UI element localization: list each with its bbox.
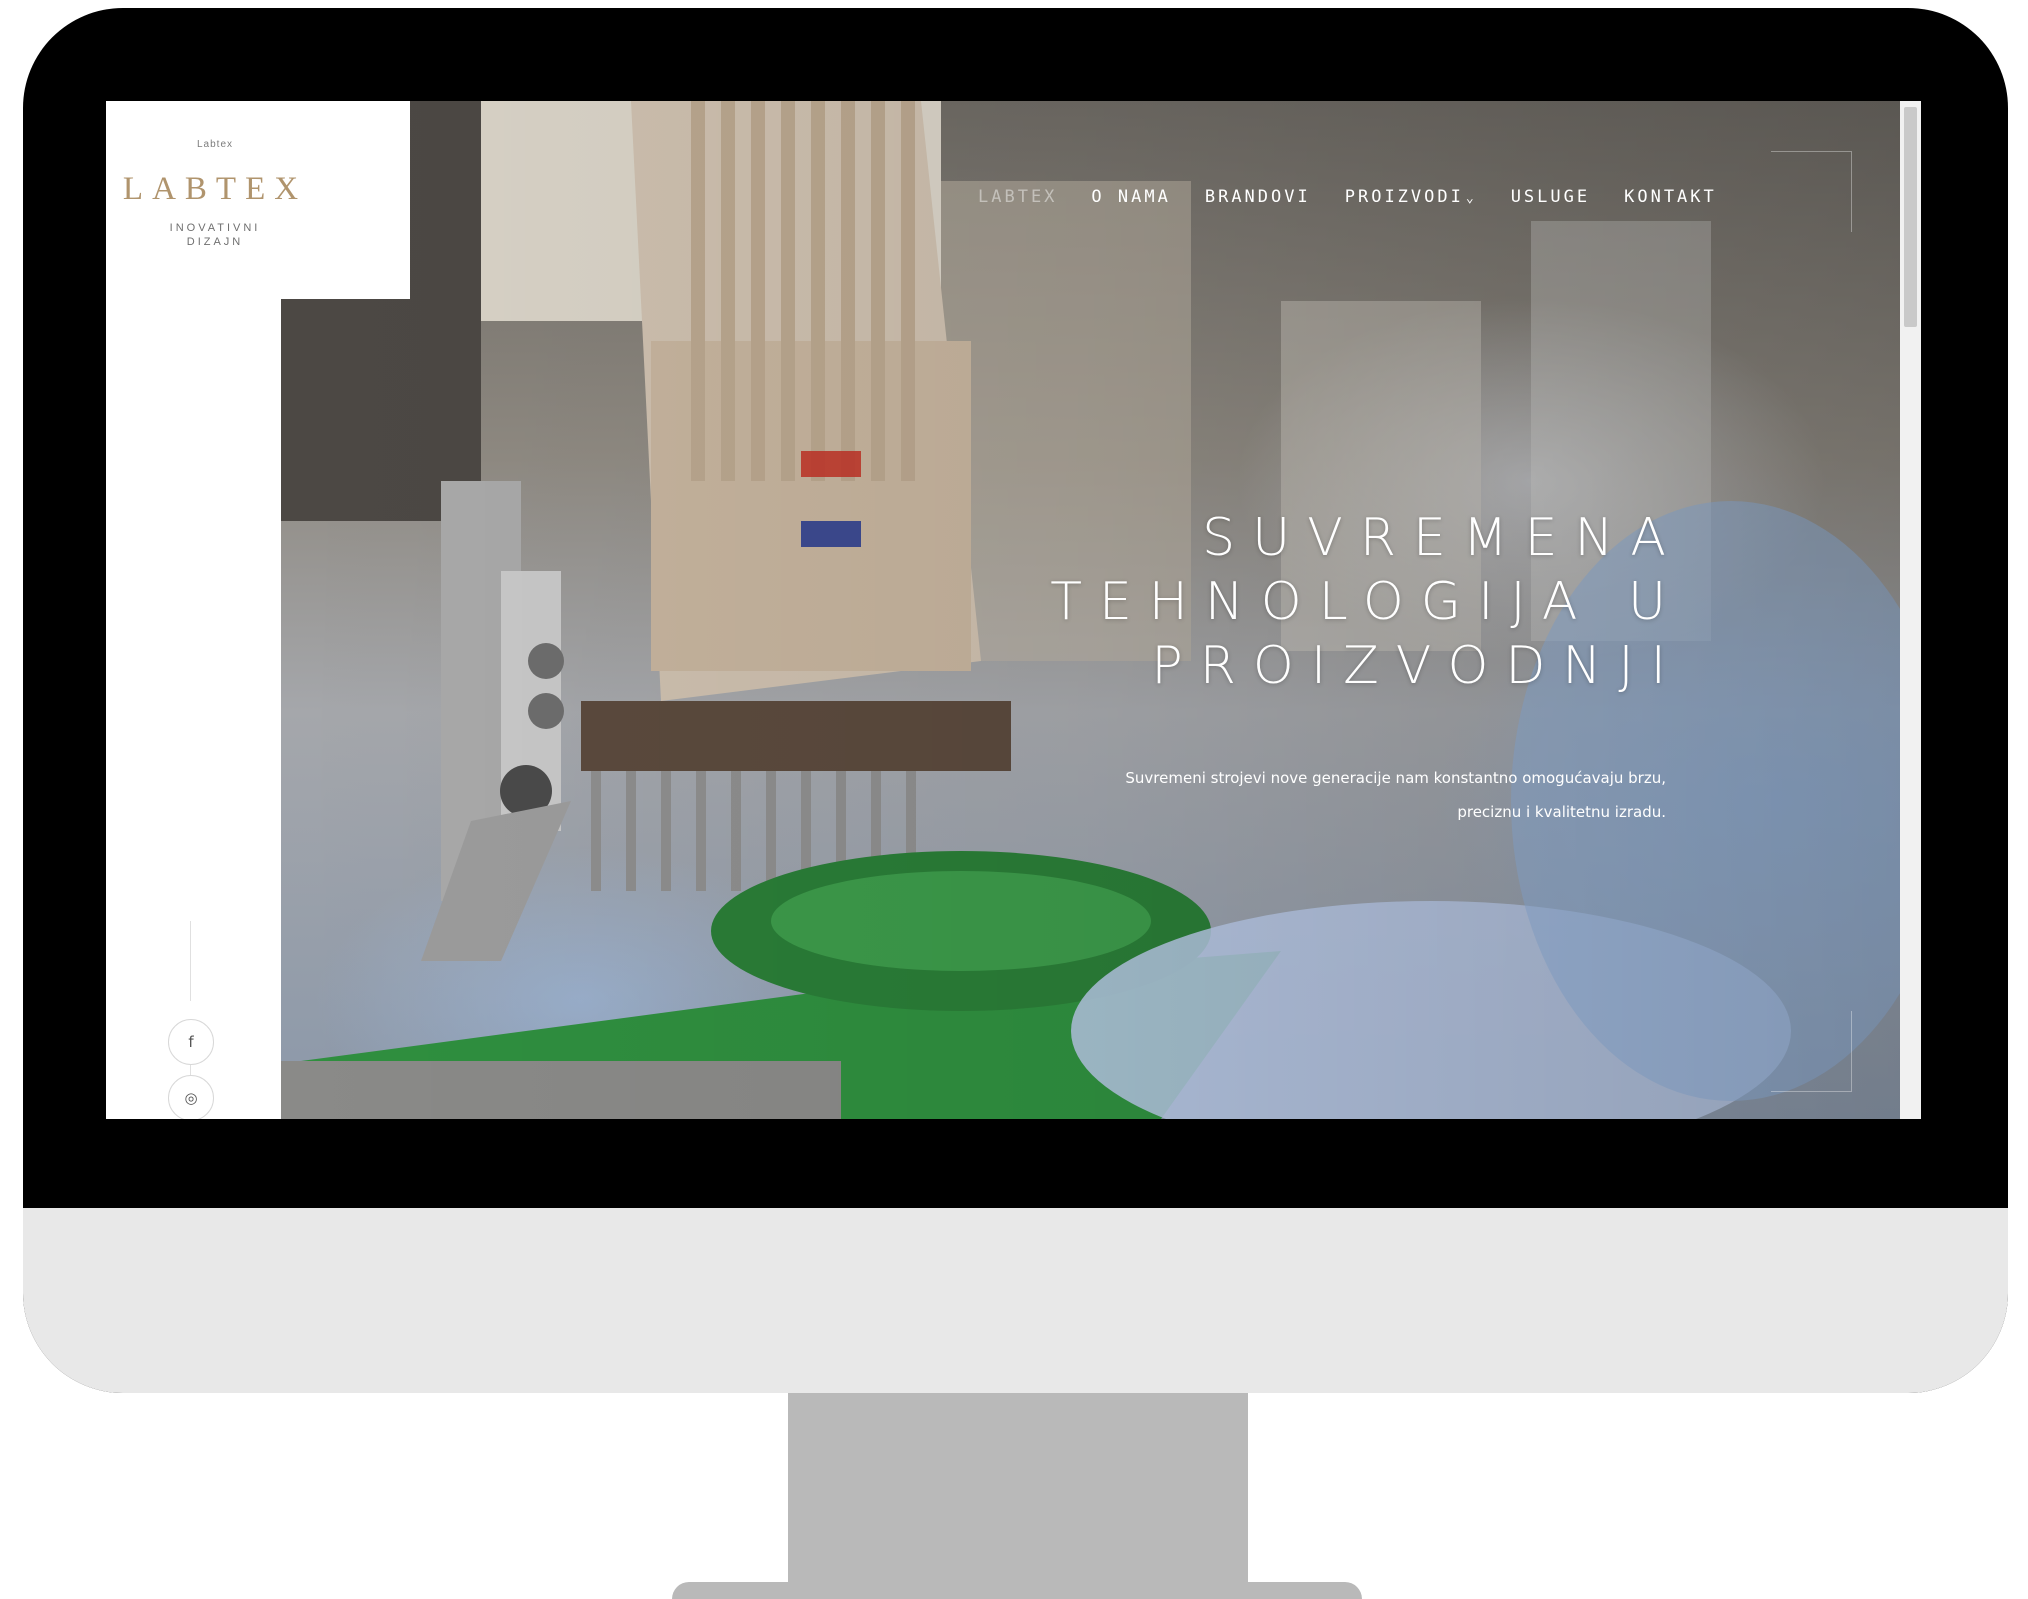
social-divider-line [190,921,191,1001]
logo-tagline: INOVATIVNI DIZAJN [106,221,324,249]
hero-description: Suvremeni strojevi nove generacije nam k… [966,761,1666,829]
site-logo[interactable]: Labtex LABTEX INOVATIVNI DIZAJN [106,101,410,299]
hero-title-line3: PROIZVODNJI [1151,636,1683,696]
monitor-mockup: Labtex LABTEX INOVATIVNI DIZAJN LABTEX O… [0,0,2028,1599]
hero-title-line1: SUVREMENA [1202,508,1683,568]
logo-wordmark: LABTEX [122,171,308,207]
scrollbar-thumb[interactable] [1904,107,1917,327]
main-navigation: LABTEX O NAMA BRANDOVI PROIZVODI ⌄ USLUGE… [978,187,1717,207]
hero-title: SUVREMENA TEHNOLOGIJA U PROIZVODNJI [1050,506,1683,698]
website-screen: Labtex LABTEX INOVATIVNI DIZAJN LABTEX O… [106,101,1921,1119]
nav-item-labtex[interactable]: LABTEX [978,187,1057,207]
nav-item-brandovi[interactable]: BRANDOVI [1205,187,1311,207]
nav-item-o-nama[interactable]: O NAMA [1091,187,1170,207]
monitor-stand-base [672,1582,1362,1599]
logo-tagline-line2: DIZAJN [186,236,244,248]
nav-item-usluge[interactable]: USLUGE [1511,187,1590,207]
frame-corner-bottom [1771,1011,1852,1092]
hero-description-line2: preciznu i kvalitetnu izradu. [1457,803,1666,821]
nav-item-proizvodi[interactable]: PROIZVODI ⌄ [1345,187,1477,207]
logo-tagline-line1: INOVATIVNI [169,222,261,234]
chevron-down-icon: ⌄ [1465,191,1477,206]
instagram-icon[interactable]: ◎ [168,1075,214,1119]
hero-title-line2: TEHNOLOGIJA U [1050,572,1683,632]
monitor-stand-neck [788,1393,1248,1593]
logo-small-text: Labtex [196,139,234,150]
monitor-chin [23,1208,2008,1393]
page-scrollbar[interactable] [1900,101,1921,1119]
nav-item-proizvodi-label: PROIZVODI [1344,187,1464,207]
social-divider-line-2 [190,1065,191,1075]
nav-item-kontakt[interactable]: KONTAKT [1624,187,1717,207]
frame-corner-top [1771,151,1852,232]
hero-description-line1: Suvremeni strojevi nove generacije nam k… [1125,769,1666,787]
facebook-icon[interactable]: f [168,1019,214,1065]
